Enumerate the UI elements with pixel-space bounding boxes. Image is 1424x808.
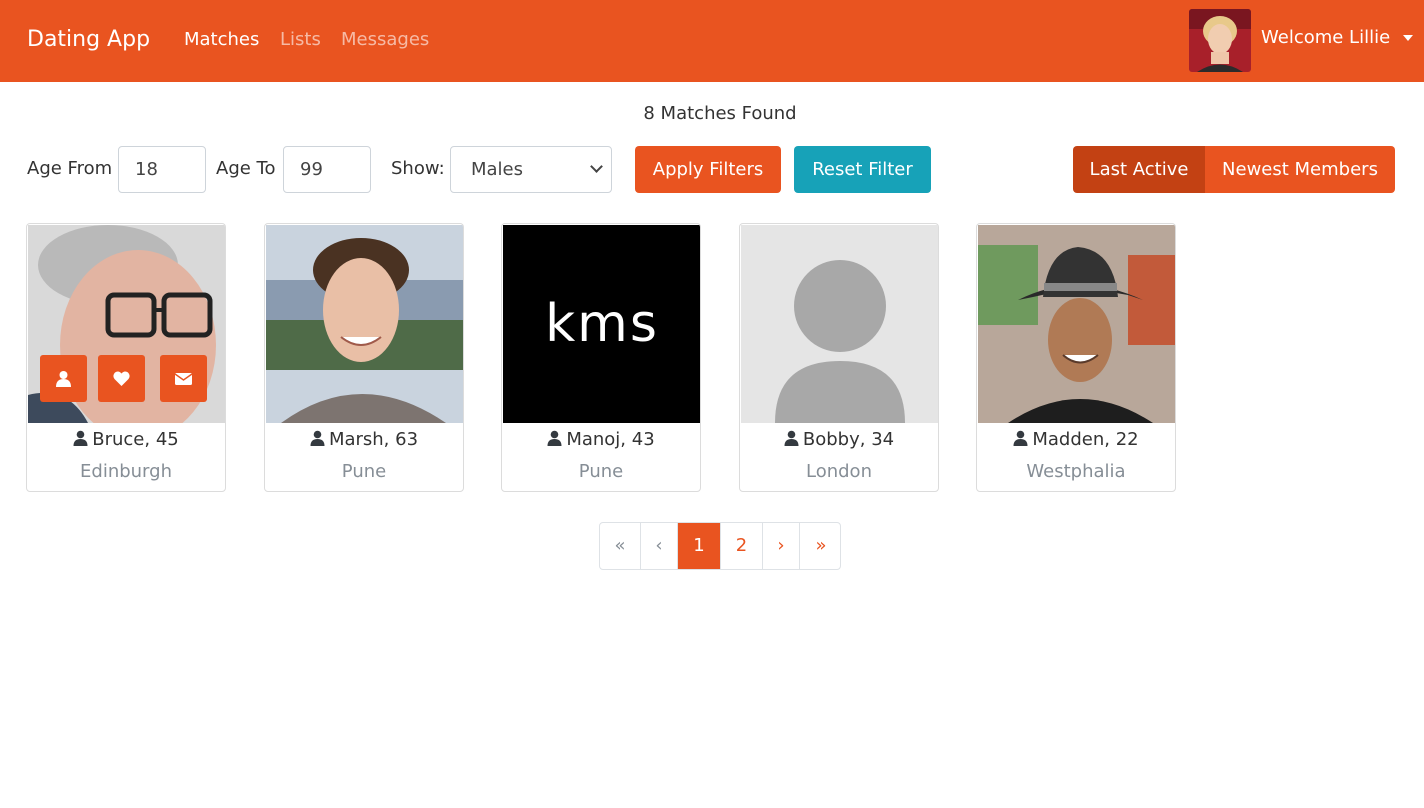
- sort-newest-members-button[interactable]: Newest Members: [1205, 146, 1395, 193]
- user-icon: [73, 430, 88, 446]
- member-photo[interactable]: [266, 225, 463, 423]
- like-button[interactable]: [98, 355, 145, 402]
- reset-filter-button[interactable]: Reset Filter: [794, 146, 931, 193]
- brand-link[interactable]: Dating App: [27, 26, 150, 54]
- user-icon: [56, 371, 71, 387]
- welcome-dropdown[interactable]: Welcome Lillie: [1261, 27, 1390, 49]
- age-from-label: Age From: [27, 158, 113, 179]
- nav-lists[interactable]: Lists: [280, 29, 321, 51]
- apply-filters-button[interactable]: Apply Filters: [635, 146, 781, 193]
- member-name: Bruce, 45: [27, 429, 225, 451]
- member-card[interactable]: Marsh, 63 Pune: [264, 223, 464, 492]
- member-card[interactable]: Madden, 22 Westphalia: [976, 223, 1176, 492]
- member-card[interactable]: Bobby, 34 London: [739, 223, 939, 492]
- user-avatar[interactable]: [1189, 9, 1251, 72]
- member-photo[interactable]: [978, 225, 1175, 423]
- member-city: London: [806, 461, 872, 482]
- pagination-next[interactable]: ›: [763, 523, 800, 569]
- member-photo[interactable]: kms: [503, 225, 700, 423]
- user-icon: [1013, 430, 1028, 446]
- member-city: Pune: [578, 461, 624, 482]
- member-name: Marsh, 63: [265, 429, 463, 451]
- chevron-down-icon: [590, 160, 603, 173]
- message-button[interactable]: [160, 355, 207, 402]
- pagination-page-1[interactable]: 1: [678, 523, 721, 569]
- matches-found-heading: 8 Matches Found: [643, 103, 797, 124]
- caret-down-icon[interactable]: [1403, 35, 1413, 41]
- user-icon: [547, 430, 562, 446]
- pagination-first[interactable]: «: [600, 523, 641, 569]
- member-card[interactable]: Bruce, 45 Edinburgh: [26, 223, 226, 492]
- nav-messages[interactable]: Messages: [341, 29, 429, 51]
- heart-icon: [113, 371, 130, 386]
- sort-last-active-button[interactable]: Last Active: [1073, 146, 1205, 193]
- age-to-input[interactable]: 99: [283, 146, 371, 193]
- member-city: Pune: [341, 461, 387, 482]
- nav-matches[interactable]: Matches: [184, 29, 259, 51]
- member-city: Westphalia: [1026, 461, 1126, 482]
- user-icon: [784, 430, 799, 446]
- member-photo[interactable]: [741, 225, 938, 423]
- envelope-icon: [175, 373, 192, 385]
- age-to-label: Age To: [216, 158, 276, 179]
- view-profile-button[interactable]: [40, 355, 87, 402]
- member-name: Madden, 22: [977, 429, 1175, 451]
- gender-select-value: Males: [471, 159, 524, 180]
- show-label: Show:: [391, 158, 445, 179]
- member-card[interactable]: kms Manoj, 43 Pune: [501, 223, 701, 492]
- pagination-last[interactable]: »: [800, 523, 840, 569]
- member-name: Bobby, 34: [740, 429, 938, 451]
- sort-button-group: Last Active Newest Members: [1073, 146, 1395, 193]
- user-icon: [310, 430, 325, 446]
- age-from-input[interactable]: 18: [118, 146, 206, 193]
- member-city: Edinburgh: [80, 461, 172, 482]
- pagination-prev[interactable]: ‹: [641, 523, 678, 569]
- navbar: Dating App Matches Lists Messages Welcom…: [0, 0, 1424, 82]
- pagination-page-2[interactable]: 2: [721, 523, 763, 569]
- kms-logo: kms: [545, 294, 659, 354]
- default-avatar-icon: [741, 225, 938, 423]
- pagination: « ‹ 1 2 › »: [599, 522, 841, 570]
- member-name: Manoj, 43: [502, 429, 700, 451]
- gender-select[interactable]: Males: [450, 146, 612, 193]
